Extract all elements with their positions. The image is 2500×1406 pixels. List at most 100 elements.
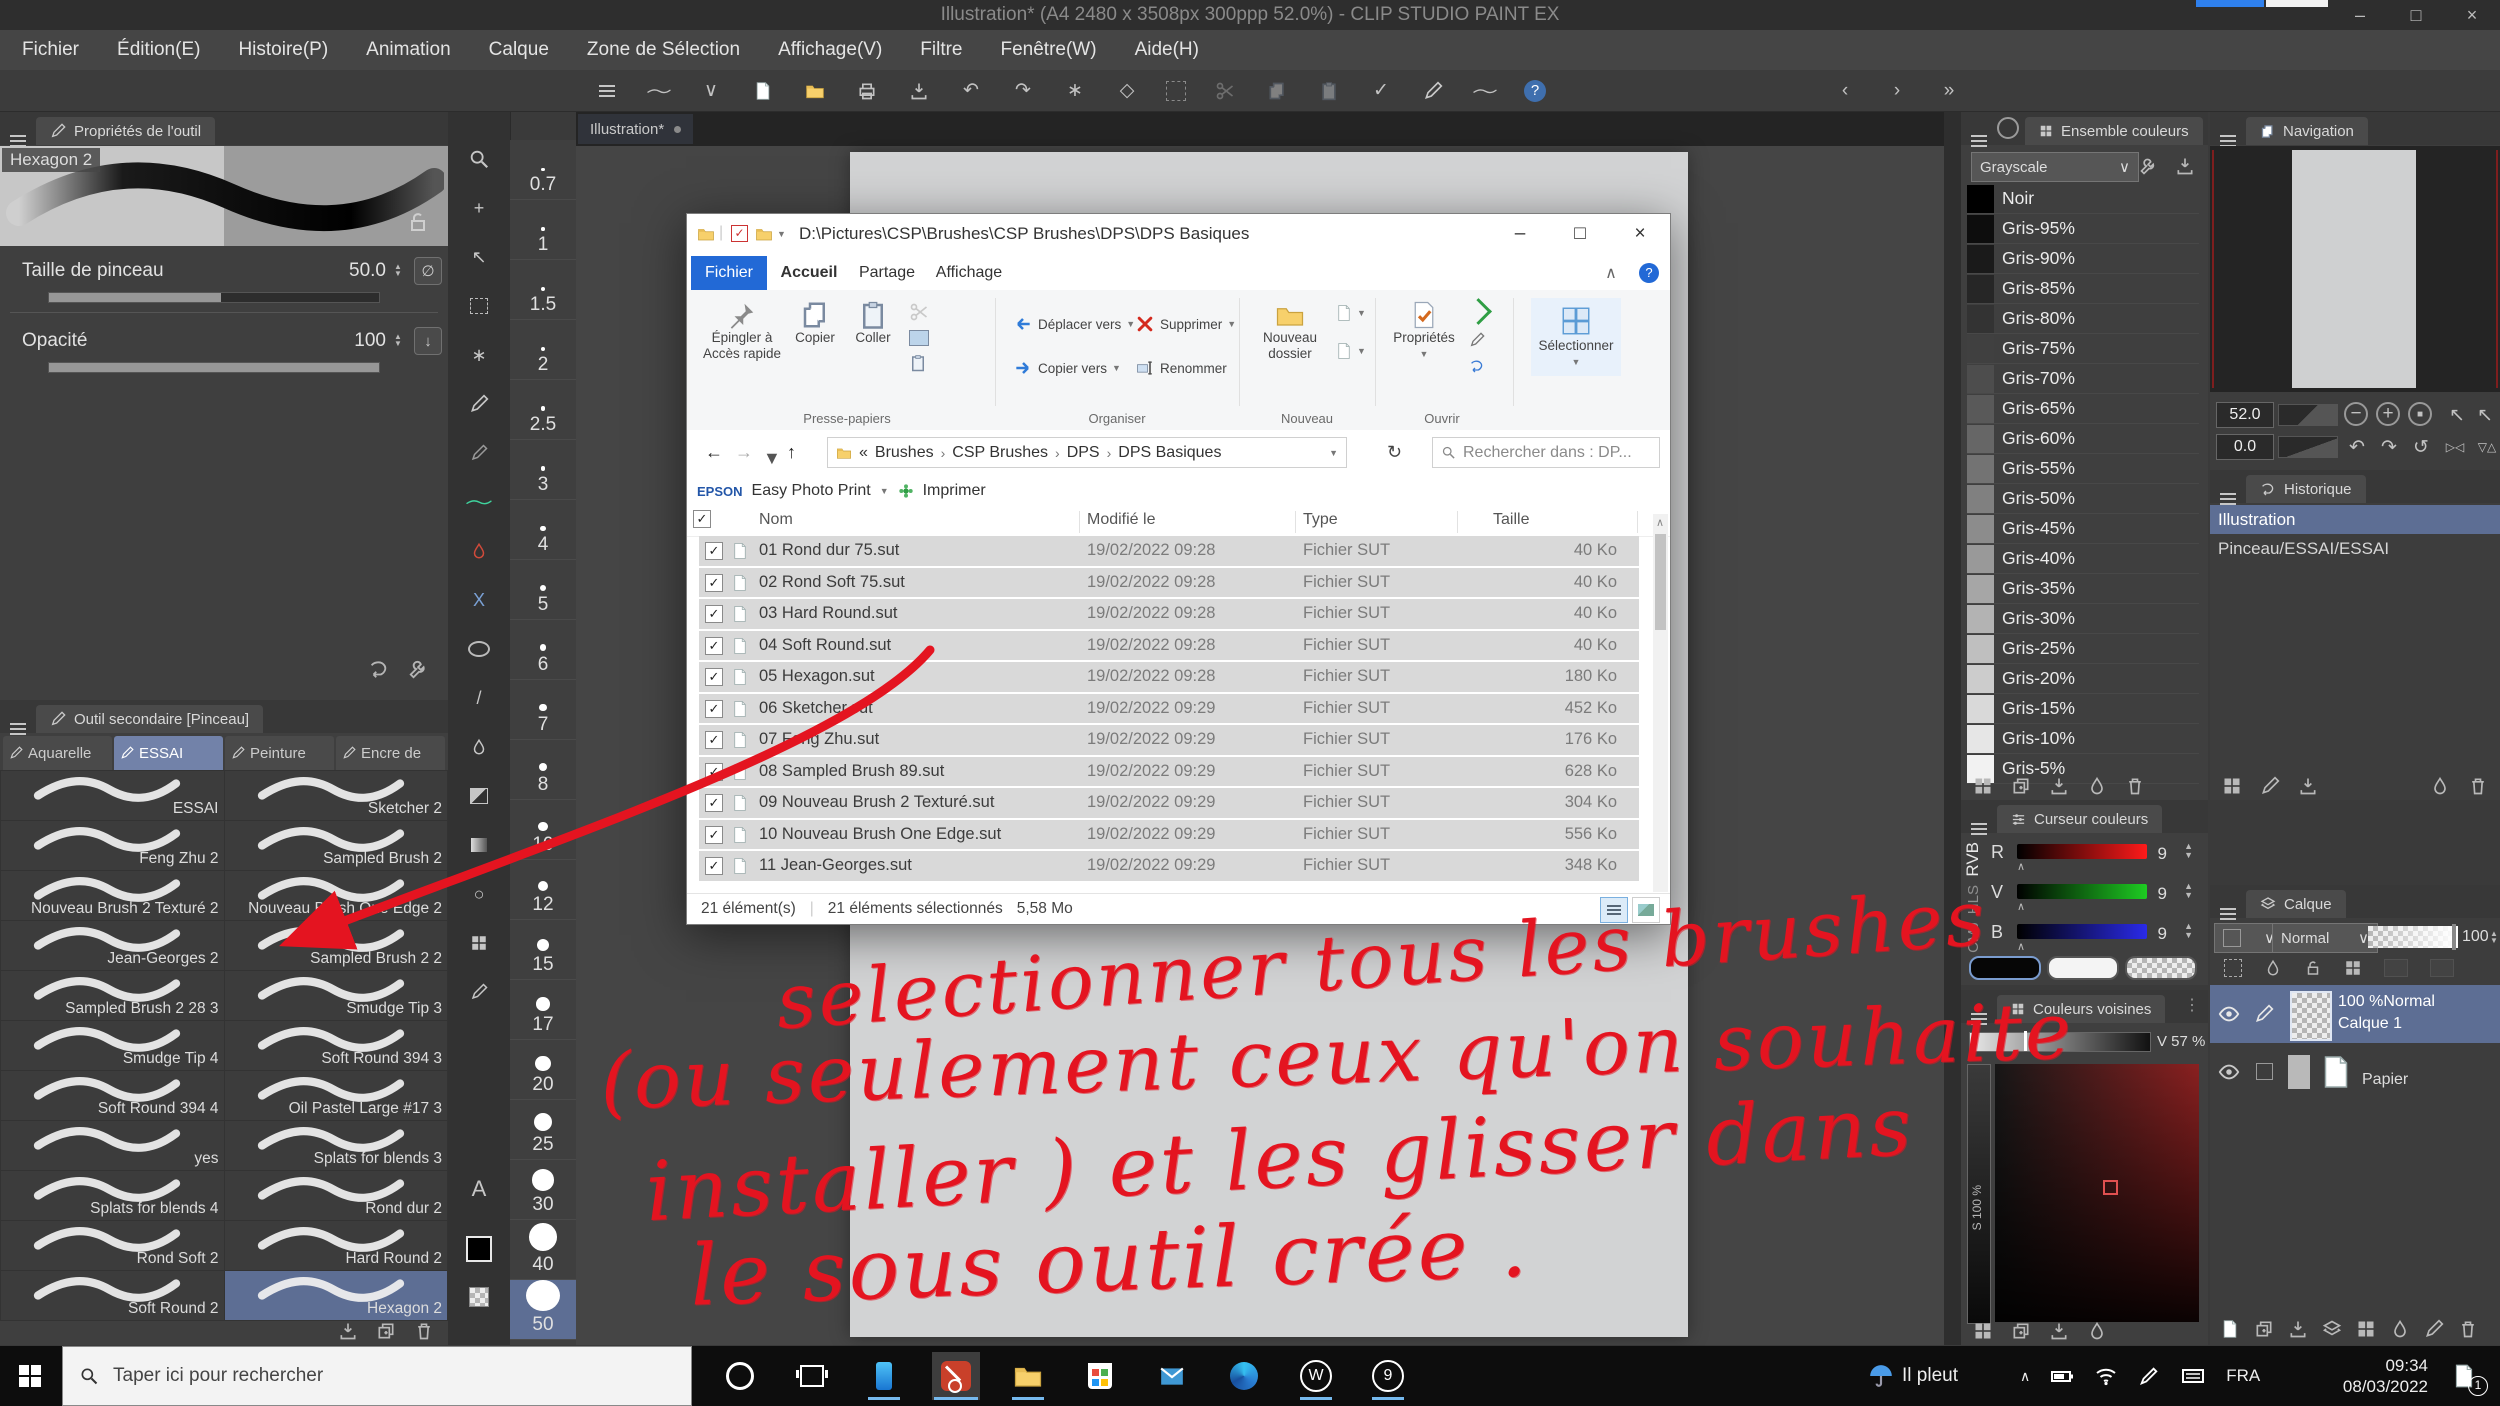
row-checkbox[interactable]: ✓ [705,731,723,749]
explorer-close-button[interactable]: × [1610,214,1670,254]
brush-size-item[interactable]: 6 [510,620,576,680]
refresh-icon[interactable]: ↻ [1387,442,1402,463]
menu-item[interactable]: Animation [366,39,451,61]
brush-item[interactable]: ESSAI [1,771,224,820]
navigator-preview[interactable] [2210,146,2500,392]
ribbon-tab-accueil[interactable]: Accueil [771,256,847,290]
tab-history[interactable]: Historique [2246,475,2366,503]
rotate-value[interactable]: 0.0 [2216,434,2274,460]
color-preset-select[interactable]: Grayscale∨ [1971,152,2139,182]
column-taille[interactable]: Taille [1493,511,1529,529]
column-modifie[interactable]: Modifié le [1087,511,1155,529]
copy-to-button[interactable]: Copier vers▼ [1013,358,1121,378]
tab-color-set[interactable]: Ensemble couleurs [2025,117,2203,145]
eye-icon[interactable] [2218,1003,2240,1025]
scrollbar[interactable]: ∧ [1653,514,1668,892]
brush-size-item[interactable]: 30 [510,1160,576,1220]
color-item[interactable]: Gris-30% [1967,604,2199,634]
brush-size-item[interactable]: 0.7 [510,140,576,200]
brush-item[interactable]: Sampled Brush 2 28 3 [1,971,224,1020]
new-item-icon[interactable] [1335,304,1353,322]
layer-opacity-slider[interactable] [2368,926,2458,948]
snap-check-icon[interactable]: ✓ [1368,78,1394,104]
column-type[interactable]: Type [1303,511,1338,529]
pen-tool-icon[interactable] [448,387,510,421]
select-button[interactable]: Sélectionner▼ [1531,298,1621,376]
pen-check-icon[interactable] [1420,78,1446,104]
file-row[interactable]: ✓ 04 Soft Round.sut 19/02/2022 09:28 Fic… [699,631,1639,661]
import-color-set-icon[interactable] [2175,156,2195,176]
color-item[interactable]: Gris-80% [1967,304,2199,334]
channel-thumb[interactable]: ∧ [2017,860,2025,873]
touch-keyboard-icon[interactable] [2180,1364,2206,1388]
epson-dropdown-icon[interactable]: ▼ [880,486,889,496]
brush-item[interactable]: Jean-Georges 2 [1,921,224,970]
text-tool-icon[interactable]: A [448,1172,510,1206]
address-dropdown-icon[interactable]: ▼ [1329,448,1338,458]
wrench-icon[interactable] [408,658,430,680]
tab-tool-property[interactable]: Propriétés de l'outil [36,117,215,145]
new-layer-icon[interactable] [2220,1319,2240,1339]
zoom-in-icon[interactable]: + [2376,402,2400,426]
imprimer-button[interactable]: Imprimer [923,482,986,500]
figure-tool-icon[interactable]: ○ [448,877,510,911]
epson-app-label[interactable]: Easy Photo Print [752,482,871,500]
taskbar-search[interactable]: Taper ici pour rechercher [62,1346,692,1406]
droplet-icon[interactable] [2430,776,2450,796]
ribbon-tab-fichier[interactable]: Fichier [691,256,767,290]
your-phone-app[interactable] [860,1352,908,1400]
brush-item[interactable]: Rond dur 2 [225,1171,448,1220]
layer-row-2[interactable]: Papier [2210,1043,2500,1101]
file-row[interactable]: ✓ 07 Feng Zhu.sut 19/02/2022 09:29 Fichi… [699,725,1639,755]
mail-app[interactable] [1148,1352,1196,1400]
transparent-color-button[interactable] [2125,956,2197,980]
file-row[interactable]: ✓ 08 Sampled Brush 89.sut 19/02/2022 09:… [699,757,1639,787]
zoom-out-icon[interactable]: − [2344,402,2368,426]
row-checkbox[interactable]: ✓ [705,826,723,844]
dropdown-icon[interactable]: ∨ [698,78,724,104]
brush-size-item[interactable]: 17 [510,980,576,1040]
panel-more-icon[interactable]: » [1936,78,1962,104]
history-item[interactable]: Pinceau/ESSAI/ESSAI [2210,534,2500,563]
flip-horizontal-icon[interactable]: ▷◁ [2442,434,2468,460]
scroll-thumb[interactable] [1655,534,1666,630]
explorer-minimize-button[interactable]: – [1490,214,1550,254]
brush-size-item[interactable]: 10 [510,800,576,860]
decoration-tool-icon[interactable]: X [448,583,510,617]
transparent-color-swatch[interactable] [448,1280,510,1314]
panel-menu-icon[interactable] [10,723,26,725]
pin-quick-access-button[interactable]: Épingler àAccès rapide [701,300,783,362]
up-icon[interactable]: ↑ [787,442,796,463]
gradient-tool-icon[interactable] [448,828,510,862]
open-item-icon[interactable] [1469,302,1488,321]
paper-thumbnail[interactable] [2318,1050,2354,1094]
import-icon[interactable] [2298,776,2318,796]
import-sub-tool-icon[interactable] [338,1321,358,1341]
help-icon[interactable]: ? [1524,80,1546,102]
brush-size-item[interactable]: 1.5 [510,260,576,320]
paste-button[interactable]: Coller [845,300,901,346]
move-to-button[interactable]: Déplacer vers▼ [1013,314,1135,334]
brush-size-item[interactable]: 25 [510,1100,576,1160]
zoom-slider[interactable] [2278,404,2338,426]
weather-widget[interactable]: Il pleut [1868,1346,1958,1406]
opacity-effect-button[interactable]: ↓ [414,327,442,355]
layer-name[interactable]: Calque 1 [2338,1015,2402,1033]
zoom-value[interactable]: 52.0 [2216,402,2274,428]
panel-menu-icon[interactable] [1971,823,1987,825]
brush-item[interactable]: Splats for blends 3 [225,1121,448,1170]
brush-size-item[interactable]: 50 [510,1280,576,1340]
battery-icon[interactable] [2050,1364,2074,1388]
clip-layer-icon[interactable] [2224,959,2242,977]
file-row[interactable]: ✓ 03 Hard Round.sut 19/02/2022 09:28 Fic… [699,599,1639,629]
menu-item[interactable]: Affichage(V) [778,39,882,61]
delete-sub-tool-icon[interactable] [414,1321,434,1341]
tray-expand-icon[interactable]: ∧ [2020,1368,2030,1385]
properties-button[interactable]: Propriétés▼ [1387,300,1461,362]
pencil-tool-icon[interactable] [448,436,510,470]
mask-icon[interactable] [2264,959,2282,977]
file-row[interactable]: ✓ 09 Nouveau Brush 2 Texturé.sut 19/02/2… [699,788,1639,818]
file-row[interactable]: ✓ 05 Hexagon.sut 19/02/2022 09:28 Fichie… [699,662,1639,692]
layer-opacity-value[interactable]: 100 [2462,928,2489,946]
sync-settings-icon[interactable] [368,658,390,680]
